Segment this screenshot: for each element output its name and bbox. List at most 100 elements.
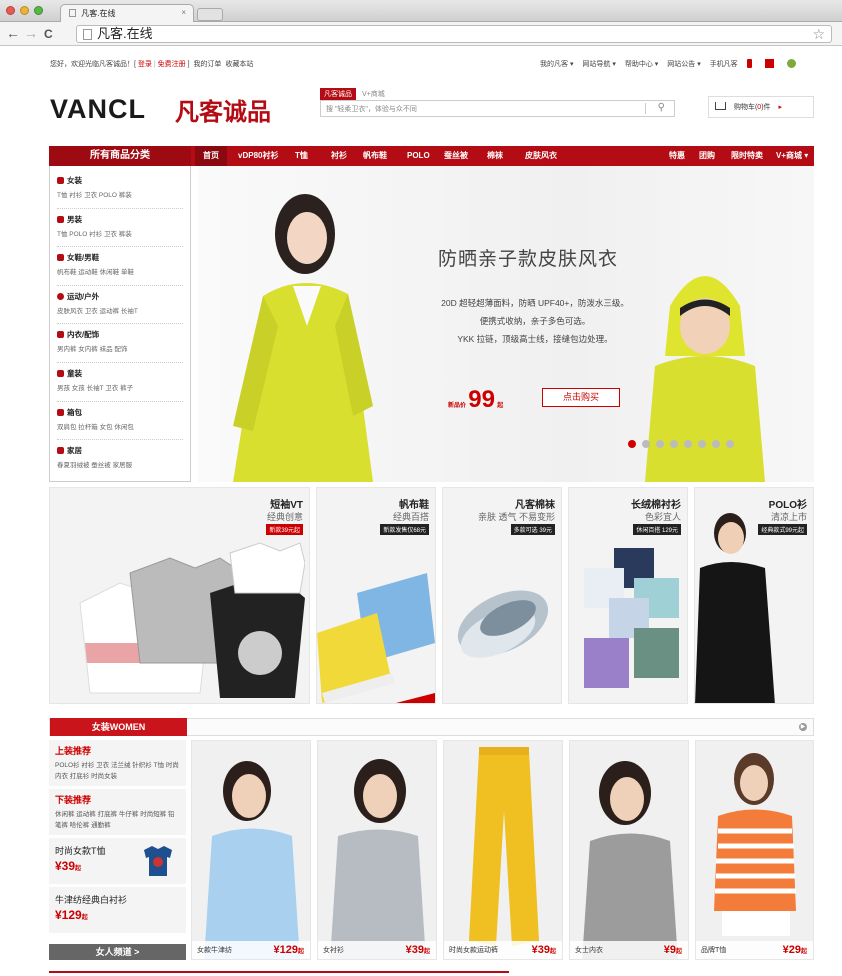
notice-menu[interactable]: 网站公告 ▾ (667, 61, 700, 68)
tops-links[interactable]: POLO衫 衬衫 卫衣 法兰绒 针织衫 T恤 时尚内衣 打底衫 时尚女装 (55, 760, 180, 782)
product-card[interactable]: 女衬衫 ¥39起 (317, 740, 437, 960)
product-card[interactable]: 时尚女款运动裤 ¥39起 (443, 740, 563, 960)
sidebar-group-title[interactable]: 运动/户外 (67, 291, 99, 302)
help-center-menu[interactable]: 帮助中心 ▾ (625, 61, 658, 68)
sidebar-group-title[interactable]: 家居 (67, 445, 82, 456)
tops-title[interactable]: 上装推荐 (55, 744, 180, 757)
nav-item-socks[interactable]: 棉袜 (487, 146, 503, 166)
product-name: 品牌T恤 (701, 947, 727, 954)
search-input[interactable]: 搜 "轻柔卫衣"，体验与众不同 ⚲ (320, 100, 675, 117)
logo-text[interactable]: VANCL (50, 94, 146, 125)
nav-item-canvas-shoes[interactable]: 帆布鞋 (363, 146, 387, 166)
carousel-dot[interactable] (656, 440, 664, 448)
login-link[interactable]: 登录 (138, 61, 152, 68)
sidebar-group-women[interactable]: 女装 T恤 衬衫 卫衣 POLO 裤装 (57, 170, 183, 209)
promo-white-shirt[interactable]: 牛津纺经典白衬衫 ¥129起 (49, 887, 186, 933)
product-card[interactable]: 品牌T恤 ¥29起 (695, 740, 814, 960)
bottoms-title[interactable]: 下装推荐 (55, 793, 180, 806)
sidebar-group-men[interactable]: 男装 T恤 POLO 衬衫 卫衣 裤装 (57, 209, 183, 248)
nav-item-home[interactable]: 首页 (195, 146, 227, 166)
register-link[interactable]: 免费注册 (158, 61, 186, 68)
nav-item-flash-sale[interactable]: 限时特卖 (731, 146, 763, 166)
sidebar-group-sports[interactable]: 运动/户外皮肤风衣 卫衣 运动裤 长袖T (57, 286, 183, 325)
bookmark-star-icon[interactable]: ☆ (812, 26, 825, 42)
bottoms-links[interactable]: 休闲裤 运动裤 打底裤 牛仔裤 时尚短裤 铅笔裤 哈伦裤 通勤裤 (55, 809, 180, 831)
search-tab-vplus[interactable]: V+商城 (358, 88, 389, 100)
carousel-dot[interactable] (628, 440, 636, 448)
sidebar-group-links[interactable]: 春夏羽绒被 蚕丝被 家居服 (57, 459, 183, 469)
tile-canvas-shoes[interactable]: 帆布鞋 经典百搭 新款发售仅68元 (316, 487, 436, 704)
sidebar-group-underwear[interactable]: 内衣/配饰男内裤 女内裤 袜品 配饰 (57, 324, 183, 363)
sidebar-group-links[interactable]: 皮肤风衣 卫衣 运动裤 长袖T (57, 305, 183, 315)
search-tab-vancl[interactable]: 凡客诚品 (320, 88, 356, 100)
mobile-vancl-link[interactable]: 手机凡客 (710, 61, 738, 68)
tab-close-icon[interactable]: × (181, 8, 186, 17)
women-channel-link[interactable]: 女人频道 > (49, 944, 186, 960)
my-vancl-menu[interactable]: 我的凡客 ▾ (540, 61, 573, 68)
tile-socks[interactable]: 凡客棉袜 亲肤 透气 不易变形 多款可选 39元 (442, 487, 562, 704)
tile-polo[interactable]: POLO衫 清凉上市 经典款式99元起 (694, 487, 814, 704)
women-section-label[interactable]: 女装WOMEN (50, 718, 187, 736)
sidebar-group-links[interactable]: 帆布鞋 运动鞋 休闲鞋 单鞋 (57, 266, 183, 276)
sidebar-group-title[interactable]: 童装 (67, 368, 82, 379)
phone-icon[interactable] (746, 59, 752, 68)
nav-item-shirt[interactable]: 衬衫 (331, 146, 347, 166)
sidebar-group-bags[interactable]: 箱包双肩包 拉杆箱 女包 休闲包 (57, 402, 183, 441)
nav-item-vdp80[interactable]: vDP80衬衫 (238, 146, 278, 166)
hero-banner[interactable]: 防晒亲子款皮肤风衣 20D 超轻超薄面料，防晒 UPF40+，防泼水三级。 便携… (198, 166, 814, 482)
sidebar-group-links[interactable]: 双肩包 拉杆箱 女包 休闲包 (57, 421, 183, 431)
sidebar-group-shoes[interactable]: 女鞋/男鞋帆布鞋 运动鞋 休闲鞋 单鞋 (57, 247, 183, 286)
weibo-icon[interactable] (786, 59, 796, 68)
browser-tab[interactable]: 凡客.在线 × (60, 4, 194, 22)
cart-button[interactable]: 购物车(0)件 ▸ (708, 96, 814, 118)
tile-short-sleeve-vt[interactable]: 短袖VT 经典创意 新款39元起 (49, 487, 310, 704)
logo-chinese[interactable]: 凡客诚品 (175, 92, 271, 127)
promo-women-tshirt[interactable]: 时尚女款T恤 ¥39起 (49, 838, 186, 884)
sidebar-group-title[interactable]: 女装 (67, 175, 82, 186)
sidebar-group-title[interactable]: 箱包 (67, 407, 82, 418)
nav-item-group-buy[interactable]: 团购 (699, 146, 715, 166)
carousel-dot[interactable] (684, 440, 692, 448)
nav-item-silk-quilt[interactable]: 蚕丝被 (444, 146, 468, 166)
nav-item-vplus-mall[interactable]: V+商城 ▾ (776, 146, 808, 166)
url-field[interactable]: 凡客.在线 ☆ (76, 25, 832, 43)
sidebar-group-links[interactable]: T恤 POLO 衬衫 卫衣 裤装 (57, 228, 183, 238)
sidebar-group-title[interactable]: 女鞋/男鞋 (67, 252, 99, 263)
minimize-window-button[interactable] (20, 6, 29, 15)
carousel-dot[interactable] (698, 440, 706, 448)
carousel-dot[interactable] (642, 440, 650, 448)
back-icon[interactable]: ← (6, 25, 20, 41)
carousel-dot[interactable] (726, 440, 734, 448)
qr-code-icon[interactable] (764, 59, 774, 68)
maximize-window-button[interactable] (34, 6, 43, 15)
site-nav-menu[interactable]: 网站导航 ▾ (582, 61, 615, 68)
sidebar-group-links[interactable]: 男内裤 女内裤 袜品 配饰 (57, 343, 183, 353)
sidebar-group-kids[interactable]: 童装男孩 女孩 长袖T 卫衣 裤子 (57, 363, 183, 402)
reload-icon[interactable]: C (44, 27, 53, 41)
carousel-dot[interactable] (670, 440, 678, 448)
favorite-link[interactable]: 收藏本站 (225, 61, 253, 68)
url-text: 凡客.在线 (97, 26, 153, 41)
nav-item-polo[interactable]: POLO (407, 146, 430, 166)
sidebar-group-home[interactable]: 家居春夏羽绒被 蚕丝被 家居服 (57, 440, 183, 479)
nav-item-deals[interactable]: 特惠 (669, 146, 685, 166)
close-window-button[interactable] (6, 6, 15, 15)
sidebar-group-title[interactable]: 男装 (67, 214, 82, 225)
my-orders-link[interactable]: 我的订单 (193, 61, 221, 68)
tile-cotton-shirts[interactable]: 长绒棉衬衫 色彩宜人 休闲百搭 129元 (568, 487, 688, 704)
carousel-dot[interactable] (712, 440, 720, 448)
search-icon[interactable]: ⚲ (658, 102, 665, 113)
sidebar-group-links[interactable]: T恤 衬衫 卫衣 POLO 裤装 (57, 189, 183, 199)
sidebar-group-title[interactable]: 内衣/配饰 (67, 329, 99, 340)
tile-badge: 经典款式99元起 (758, 524, 807, 535)
all-categories-button[interactable]: 所有商品分类 (49, 146, 191, 166)
sidebar-group-links[interactable]: 男孩 女孩 长袖T 卫衣 裤子 (57, 382, 183, 392)
more-icon[interactable]: ▶ (799, 723, 807, 731)
nav-item-windbreaker[interactable]: 皮肤风衣 (525, 146, 557, 166)
product-card[interactable]: 女士内衣 ¥9起 (569, 740, 689, 960)
product-card[interactable]: 女款牛津纺 ¥129起 (191, 740, 311, 960)
new-tab-button[interactable] (197, 8, 223, 21)
forward-icon[interactable]: → (24, 25, 38, 41)
nav-item-tshirt[interactable]: T恤 (295, 146, 308, 166)
buy-now-button[interactable]: 点击购买 (542, 388, 620, 407)
